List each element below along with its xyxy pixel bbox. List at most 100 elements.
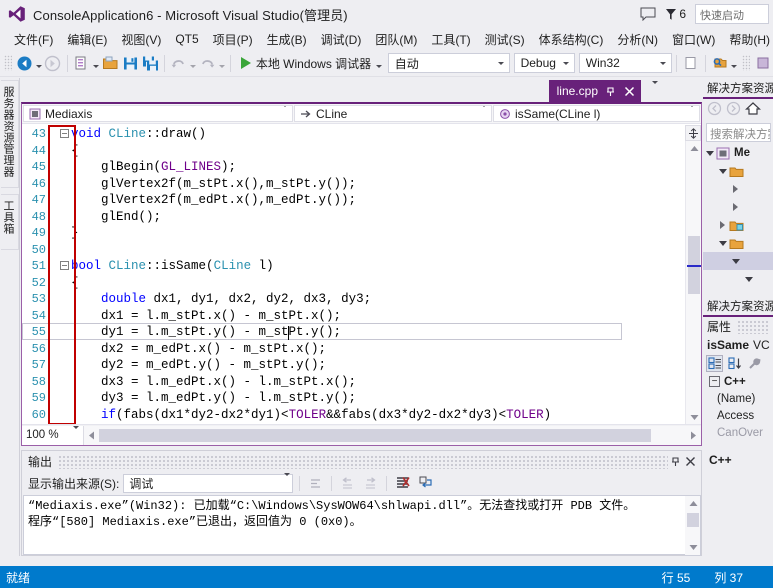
menu-view[interactable]: 视图(V) <box>114 29 168 50</box>
start-debugging-button[interactable]: 本地 Windows 调试器 <box>235 53 375 74</box>
feedback-smiley-icon[interactable] <box>640 7 656 21</box>
tree-node-child[interactable] <box>703 198 773 216</box>
code-line[interactable]: 45 glBegin(GL_LINES); <box>22 159 682 176</box>
collapse-toggle-icon[interactable]: − <box>709 376 720 387</box>
new-project-dropdown[interactable] <box>92 53 101 73</box>
chevron-down-icon[interactable] <box>729 259 742 264</box>
code-line[interactable]: 44{ <box>22 143 682 160</box>
scroll-up-arrow[interactable] <box>685 496 701 511</box>
solution-explorer-search-input[interactable]: 搜索解决方案资源管理器 <box>706 123 771 142</box>
notifications-area[interactable]: 6 <box>665 7 686 21</box>
code-line[interactable]: 50 <box>22 242 682 259</box>
chevron-right-icon[interactable] <box>729 185 742 193</box>
clear-all-icon[interactable] <box>393 474 412 493</box>
server-explorer-tab[interactable]: 服务器资源管理器 <box>1 80 19 188</box>
collapse-region-icon[interactable] <box>60 261 69 270</box>
tree-node-selected[interactable] <box>703 252 773 270</box>
code-line[interactable]: 46 glVertex2f(m_stPt.x(),m_stPt.y()); <box>22 176 682 193</box>
scroll-down-arrow[interactable] <box>685 540 701 555</box>
find-in-files-icon[interactable] <box>710 53 730 74</box>
menu-test[interactable]: 测试(S) <box>478 29 532 50</box>
tree-node-child[interactable] <box>703 180 773 198</box>
menu-window[interactable]: 窗口(W) <box>665 29 722 50</box>
platform-combo[interactable]: Win32 <box>579 53 672 73</box>
code-line[interactable]: 57 dy2 = m_edPt.y() - m_stPt.y(); <box>22 357 682 374</box>
editor-vertical-scrollbar[interactable] <box>685 141 701 425</box>
save-all-icon[interactable] <box>140 53 160 74</box>
collapse-region-icon[interactable] <box>60 129 69 138</box>
save-icon[interactable] <box>120 53 140 74</box>
code-line[interactable]: 52{ <box>22 275 682 292</box>
toolbox-tab[interactable]: 工具箱 <box>1 194 19 250</box>
code-line[interactable]: 55 dy1 = l.m_stPt.y() - m_stPt.y(); <box>22 324 682 341</box>
properties-tab[interactable]: 解决方案资源管理器 <box>703 296 773 317</box>
menu-team[interactable]: 团队(M) <box>368 29 424 50</box>
code-line[interactable]: 47 glVertex2f(m_edPt.x(),m_edPt.y()); <box>22 192 682 209</box>
chevron-down-icon[interactable] <box>716 169 729 174</box>
scrollbar-thumb[interactable] <box>687 513 699 527</box>
new-project-icon[interactable] <box>72 53 92 74</box>
chevron-right-icon[interactable] <box>716 221 729 229</box>
editor-horizontal-scrollbar[interactable] <box>84 426 701 445</box>
navbar-class-combo[interactable]: CLine <box>294 105 492 122</box>
tree-node-folder-special[interactable] <box>703 216 773 234</box>
menu-project[interactable]: 项目(P) <box>206 29 260 50</box>
home-icon[interactable] <box>745 101 761 119</box>
toolbar-extra-icon[interactable] <box>753 53 773 74</box>
chevron-down-icon[interactable] <box>703 151 716 156</box>
navbar-member-combo[interactable]: isSame(CLine l) <box>493 105 700 122</box>
code-line[interactable]: 49} <box>22 225 682 242</box>
code-line[interactable]: 53 double dx1, dy1, dx2, dy2, dx3, dy3; <box>22 291 682 308</box>
status-resize-grip[interactable] <box>755 566 773 588</box>
menu-debug[interactable]: 调试(D) <box>314 29 369 50</box>
solution-explorer-tab[interactable]: 解决方案资源管理器 <box>703 78 773 99</box>
properties-wrench-icon[interactable] <box>746 355 763 372</box>
menu-architecture[interactable]: 体系结构(C) <box>532 29 611 50</box>
toolbar-grip[interactable] <box>4 55 12 71</box>
document-tab-line-cpp[interactable]: line.cpp <box>549 80 641 102</box>
close-icon[interactable] <box>683 454 698 469</box>
menu-build[interactable]: 生成(B) <box>260 29 314 50</box>
properties-drag-handle[interactable] <box>737 320 770 334</box>
code-line[interactable]: 59 dy3 = l.m_edPt.y() - l.m_stPt.y(); <box>22 390 682 407</box>
menu-tools[interactable]: 工具(T) <box>424 29 477 50</box>
chevron-right-icon[interactable] <box>729 203 742 211</box>
toolbar-overflow-icon[interactable] <box>742 55 750 71</box>
navbar-project-combo[interactable]: Mediaxis <box>23 105 293 122</box>
menu-file[interactable]: 文件(F) <box>7 29 60 50</box>
menu-analyze[interactable]: 分析(N) <box>610 29 665 50</box>
properties-group-row[interactable]: − C++ <box>703 373 773 390</box>
code-line[interactable]: 48 glEnd(); <box>22 209 682 226</box>
tab-list-chevron-icon[interactable] <box>652 84 658 98</box>
property-row-canoverride[interactable]: CanOver <box>703 424 773 441</box>
pin-icon[interactable] <box>604 85 617 98</box>
code-text-area[interactable]: 43void CLine::draw()44{45 glBegin(GL_LIN… <box>22 125 701 425</box>
editor-split-grip[interactable] <box>685 125 701 141</box>
code-line[interactable]: 51bool CLine::isSame(CLine l) <box>22 258 682 275</box>
chevron-down-icon[interactable] <box>742 277 755 282</box>
scroll-down-arrow[interactable] <box>686 410 702 425</box>
navigate-back-icon[interactable] <box>15 53 35 74</box>
menu-qt5[interactable]: QT5 <box>168 30 205 48</box>
list-options-icon[interactable] <box>306 474 325 493</box>
code-line[interactable]: 43void CLine::draw() <box>22 126 682 143</box>
code-line[interactable]: 58 dx3 = l.m_edPt.x() - l.m_stPt.x(); <box>22 374 682 391</box>
tree-node-folder[interactable] <box>703 162 773 180</box>
horizontal-scroll-thumb[interactable] <box>99 429 651 442</box>
menu-edit[interactable]: 编辑(E) <box>60 29 114 50</box>
output-vertical-scrollbar[interactable] <box>685 495 701 556</box>
output-pane-drag-handle[interactable] <box>58 455 668 469</box>
platform-target-combo[interactable]: 自动 <box>388 53 510 73</box>
start-debug-dropdown[interactable] <box>375 53 384 73</box>
code-line[interactable]: 56 dx2 = m_edPt.x() - m_stPt.x(); <box>22 341 682 358</box>
code-line[interactable]: 54 dx1 = l.m_stPt.x() - m_stPt.x(); <box>22 308 682 325</box>
tree-node-solution[interactable]: Me <box>703 144 773 162</box>
code-line[interactable]: 60 if(fabs(dx1*dy2-dx2*dy1)<TOLER&&fabs(… <box>22 407 682 424</box>
open-file-icon[interactable] <box>100 53 120 74</box>
categorized-view-icon[interactable] <box>706 355 723 372</box>
property-row-access[interactable]: Access <box>703 407 773 424</box>
chevron-down-icon[interactable] <box>716 241 729 246</box>
alphabetical-sort-icon[interactable] <box>726 355 743 372</box>
configuration-combo[interactable]: Debug <box>514 53 575 73</box>
scroll-left-arrow[interactable] <box>84 426 99 445</box>
